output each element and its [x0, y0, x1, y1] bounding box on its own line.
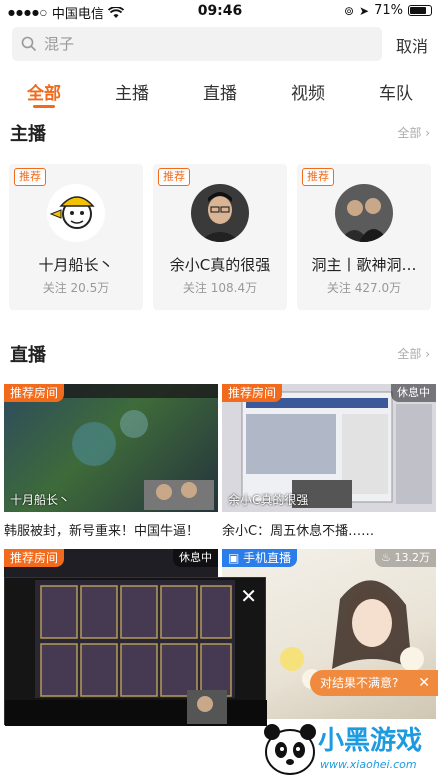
avatar — [47, 184, 105, 242]
live-section-header: 直播 全部 › — [10, 341, 430, 371]
search-box[interactable] — [12, 27, 382, 61]
anchor-card[interactable]: 推荐 十月船长丶 关注 20.5万 — [9, 164, 143, 310]
tab-indicator — [33, 105, 55, 108]
live-section-title: 直播 — [10, 345, 46, 366]
recommend-room-tag: 推荐房间 — [222, 384, 283, 402]
result-tabs: 全部 主播 直播 视频 车队 — [0, 75, 440, 111]
recommend-badge: 推荐 — [302, 168, 334, 186]
lock-rotation-icon: ⊚ — [343, 3, 355, 18]
location-icon: ➤ — [359, 3, 370, 18]
battery-icon — [408, 5, 432, 16]
tab-all[interactable]: 全部 — [14, 79, 74, 104]
anchors-more-link[interactable]: 全部 › — [397, 124, 430, 141]
recommend-badge: 推荐 — [14, 168, 46, 186]
anchor-card[interactable]: 推荐 余小C真的很强 关注 108.4万 — [153, 164, 287, 310]
anchors-section-header: 主播 全部 › — [10, 120, 430, 150]
feedback-close-icon[interactable]: ✕ — [418, 670, 430, 696]
watermark-site: www.xiaohei.com — [320, 758, 417, 771]
live-thumbnail: 推荐房间 休息中 余小C真的很强 — [222, 384, 436, 512]
tab-video[interactable]: 视频 — [278, 79, 338, 104]
anchor-name: 洞主丨歌神洞… — [311, 256, 417, 274]
feedback-label: 对结果不满意? — [320, 676, 399, 690]
live-thumbnail: 推荐房间 十月船长丶 — [4, 384, 218, 512]
panda-logo-icon — [264, 724, 316, 775]
live-title: 韩服被封，新号重来！中国牛逼！ — [4, 524, 200, 539]
thumb-anchor-name: 十月船长丶 — [10, 493, 71, 507]
anchor-name: 余小C真的很强 — [169, 256, 271, 274]
search-input[interactable] — [44, 32, 364, 56]
anchor-card[interactable]: 推荐 洞主丨歌神洞… 关注 427.0万 — [297, 164, 431, 310]
live-more-link[interactable]: 全部 › — [397, 345, 430, 362]
anchors-section-title: 主播 — [10, 124, 46, 145]
live-card[interactable]: 推荐房间 十月船长丶 韩服被封，新号重来！中国牛逼！ — [4, 384, 218, 544]
anchor-name: 十月船长丶 — [38, 256, 114, 274]
viewer-count: ♨ 13.2万 — [375, 549, 436, 567]
close-icon[interactable]: ✕ — [240, 584, 257, 608]
recommend-room-tag: 推荐房间 — [4, 549, 65, 567]
recommend-badge: 推荐 — [158, 168, 190, 186]
anchor-followers: 关注 108.4万 — [182, 281, 258, 295]
tab-live[interactable]: 直播 — [190, 79, 250, 104]
watermark-brand: 小黑游戏 — [318, 726, 423, 756]
chevron-right-icon: › — [425, 347, 430, 361]
floating-player[interactable]: ✕ — [4, 577, 267, 726]
thumb-anchor-name: 余小C真的很强 — [228, 493, 309, 507]
mobile-live-tag: ▣ 手机直播 — [222, 549, 298, 567]
tab-team[interactable]: 车队 — [366, 79, 426, 104]
phone-icon: ▣ — [228, 551, 240, 565]
flame-icon: ♨ — [381, 551, 391, 564]
watermark: 小黑游戏 www.xiaohei.com — [262, 716, 438, 780]
live-card[interactable]: 推荐房间 休息中 余小C真的很强 余小C：周五休息不播…… — [222, 384, 436, 544]
recommend-room-tag: 推荐房间 — [4, 384, 65, 402]
battery-label: 71% — [374, 3, 403, 18]
feedback-banner[interactable]: 对结果不满意? ✕ — [310, 670, 438, 696]
anchor-followers: 关注 20.5万 — [42, 281, 110, 295]
status-bar: ●●●●○ 中国电信 09:46 ⊚ ➤ 71% — [0, 0, 440, 22]
live-title: 余小C：周五休息不播…… — [222, 524, 375, 539]
anchor-followers: 关注 427.0万 — [326, 281, 402, 295]
avatar — [191, 184, 249, 242]
tab-anchor[interactable]: 主播 — [102, 79, 162, 104]
search-bar: 取消 — [12, 27, 428, 63]
resting-badge: 休息中 — [173, 549, 218, 567]
resting-badge: 休息中 — [391, 384, 436, 402]
avatar — [335, 184, 393, 242]
chevron-right-icon: › — [425, 126, 430, 140]
cancel-button[interactable]: 取消 — [396, 33, 428, 57]
search-icon — [21, 36, 37, 52]
